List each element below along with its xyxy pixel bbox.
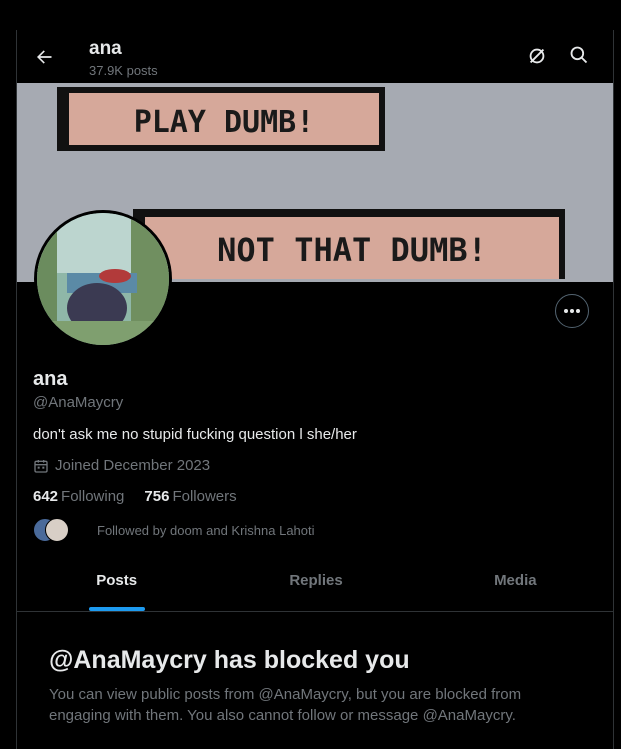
banner-top-text: PLAY DUMB!: [134, 105, 315, 140]
following-count: 642: [33, 488, 59, 505]
banner-bottom-text: NOT THAT DUMB!: [217, 231, 487, 269]
back-button[interactable]: [31, 44, 57, 70]
avatar[interactable]: [34, 210, 172, 348]
arrow-left-icon: [37, 50, 52, 64]
tab-label: Replies: [289, 572, 343, 589]
top-bar: ana 37.9K posts: [17, 30, 613, 83]
tab-label: Media: [494, 572, 537, 589]
blocked-title: @AnaMaycry has blocked you: [49, 646, 410, 674]
follow-stats: 642 Following 756 Followers: [33, 488, 257, 505]
avatar-image: [37, 213, 169, 345]
calendar-icon: [34, 459, 48, 473]
join-date: Joined December 2023: [33, 457, 210, 474]
tab-replies[interactable]: Replies: [216, 550, 415, 611]
tab-label: Posts: [96, 572, 138, 589]
follower-avatar: [45, 518, 69, 542]
header-posts-count: 37.9K posts: [89, 63, 158, 78]
user-bio: don't ask me no stupid fucking question …: [33, 426, 357, 443]
profile-tabs: Posts Replies Media: [17, 550, 613, 612]
search-button[interactable]: [569, 45, 593, 69]
followers-link[interactable]: 756 Followers: [144, 488, 236, 505]
following-link[interactable]: 642 Following: [33, 488, 124, 505]
search-icon: [570, 46, 588, 64]
active-tab-indicator: [88, 607, 145, 611]
tab-posts[interactable]: Posts: [17, 550, 216, 611]
blocked-message: You can view public posts from @AnaMaycr…: [49, 686, 522, 724]
followers-label: Followers: [172, 488, 237, 505]
followers-count: 756: [144, 488, 170, 505]
tab-media[interactable]: Media: [416, 550, 613, 611]
join-date-text: Joined December 2023: [55, 457, 211, 474]
followed-by[interactable]: Followed by doom and Krishna Lahoti: [33, 518, 315, 542]
following-label: Following: [61, 488, 125, 505]
more-dots-icon: [564, 309, 580, 313]
more-options-button[interactable]: [555, 294, 589, 328]
grok-icon: [529, 48, 545, 64]
header-name: ana: [89, 38, 122, 59]
grok-button[interactable]: [526, 45, 550, 69]
profile-page: ana 37.9K posts PLAY DUMB! NOT THAT DUMB…: [16, 30, 614, 749]
user-handle: @AnaMaycry: [33, 394, 124, 411]
followed-by-avatars: [33, 518, 69, 542]
followed-by-text: Followed by doom and Krishna Lahoti: [97, 522, 315, 538]
display-name: ana: [33, 368, 68, 390]
